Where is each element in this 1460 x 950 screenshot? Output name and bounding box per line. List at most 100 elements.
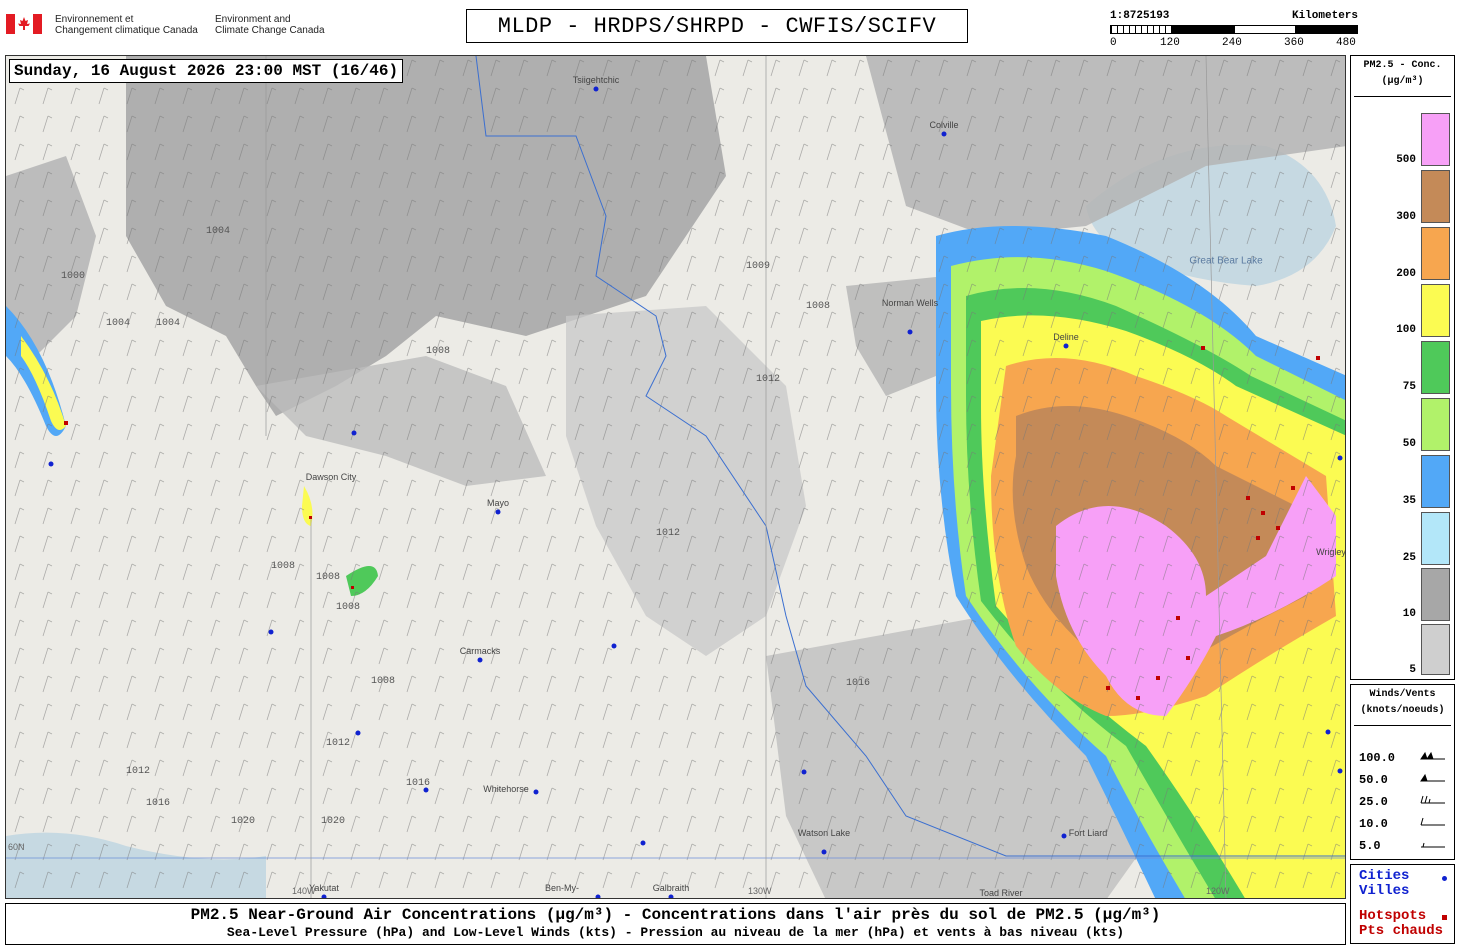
longitude-label: 140W xyxy=(292,886,316,896)
city-marker xyxy=(1337,455,1343,461)
isobar-label: 1008 xyxy=(271,561,296,572)
city-label-deline: Deline xyxy=(1053,332,1079,342)
scale-tick: 360 xyxy=(1284,37,1304,49)
isobar-label: 1004 xyxy=(106,318,131,329)
city-marker xyxy=(1337,768,1343,774)
city-marker xyxy=(640,840,646,846)
legend-divider xyxy=(1354,725,1451,726)
isobar-label: 1008 xyxy=(371,676,396,687)
isobar-label: 1012 xyxy=(126,766,151,777)
pm25-legend-unit: (µg/m³) xyxy=(1381,76,1424,87)
latitude-label: 60N xyxy=(8,842,25,852)
isobar-label: 1020 xyxy=(231,816,256,827)
forecast-timestamp: Sunday, 16 August 2026 23:00 MST (16/46) xyxy=(9,59,404,83)
isobar-label: 1012 xyxy=(326,738,351,749)
city-marker xyxy=(593,86,599,92)
legend-hotspots: Hotspots Pts chauds xyxy=(1359,909,1443,939)
longitude-label: 120W xyxy=(1206,886,1230,896)
map-caption: PM2.5 Near-Ground Air Concentrations (µg… xyxy=(5,903,1346,945)
wind-legend: Winds/Vents (knots/noeuds) 100.0 50.0 25… xyxy=(1350,684,1455,860)
agency-fr-line2: Changement climatique Canada xyxy=(55,25,198,36)
longitude-label: 130W xyxy=(748,886,772,896)
city-label-ben-my: Ben-My- xyxy=(544,883,580,893)
city-marker xyxy=(1063,343,1069,349)
caption-line1: PM2.5 Near-Ground Air Concentrations (µg… xyxy=(190,906,1161,924)
wind-speed-50: 50.0 xyxy=(1359,773,1388,787)
legend-label-300: 300 xyxy=(1396,211,1416,223)
legend-swatch-75 xyxy=(1421,341,1450,394)
legend-label-25: 25 xyxy=(1402,552,1416,564)
map-canvas[interactable]: Tsiigehtchic Colville Norman Wells Delin… xyxy=(5,55,1346,899)
scale-segment xyxy=(1110,25,1172,34)
lake-label-great-bear: Great Bear Lake xyxy=(1189,255,1263,267)
city-label-colville: Colville xyxy=(929,120,959,130)
scale-ratio: 1:8725193 xyxy=(1110,10,1170,22)
scale-segment xyxy=(1296,25,1358,34)
isobar-label: 1009 xyxy=(746,261,771,272)
legend-swatch-100 xyxy=(1421,284,1450,337)
city-label-tsiigehtchic: Tsiigehtchic xyxy=(572,75,620,85)
scale-tick: 480 xyxy=(1336,37,1356,49)
city-marker xyxy=(268,629,274,635)
wind-barbs-layer xyxy=(6,56,1345,898)
isobar-label: 1016 xyxy=(406,778,431,789)
city-marker xyxy=(321,894,327,898)
map-layers xyxy=(6,56,1345,898)
scale-tick: 240 xyxy=(1222,37,1242,49)
legend-label-50: 50 xyxy=(1402,438,1416,450)
isobar-label: 1016 xyxy=(846,678,871,689)
legend-swatch-500 xyxy=(1421,113,1450,166)
isobar-label: 1008 xyxy=(426,346,451,357)
isobar-label: 1008 xyxy=(316,572,341,583)
isobar-label: 1016 xyxy=(146,798,171,809)
legend-swatch-5 xyxy=(1421,624,1450,675)
scale-segment xyxy=(1172,25,1234,34)
isobar-label: 1020 xyxy=(321,816,346,827)
wind-legend-title: Winds/Vents xyxy=(1369,689,1436,700)
scale-tick: 120 xyxy=(1160,37,1180,49)
scale-unit: Kilometers xyxy=(1291,10,1358,22)
legend-divider xyxy=(1354,96,1451,97)
isobar-label: 1008 xyxy=(806,301,831,312)
city-marker xyxy=(907,329,913,335)
legend-swatch-50 xyxy=(1421,398,1450,451)
scale-bar: 1:8725193 Kilometers 0 120 240 360 480 xyxy=(1110,10,1358,50)
agency-en-line2: Climate Change Canada xyxy=(215,25,325,36)
city-marker xyxy=(595,894,601,898)
isobar-label: 1012 xyxy=(756,374,781,385)
isobar-label: 1004 xyxy=(206,226,231,237)
wind-speed-10: 10.0 xyxy=(1359,817,1388,831)
legend-swatch-25 xyxy=(1421,512,1450,565)
legend-label-5: 5 xyxy=(1409,664,1416,676)
legend-hotspots-en: Hotspots xyxy=(1359,908,1427,924)
city-marker xyxy=(1061,833,1067,839)
wind-legend-unit: (knots/noeuds) xyxy=(1360,705,1445,716)
map-title-text: MLDP - HRDPS/SHRPD - CWFIS/SCIFV xyxy=(497,13,937,39)
city-label-galbraith: Galbraith xyxy=(652,883,690,893)
legend-label-35: 35 xyxy=(1402,495,1416,507)
city-label-watson-lake: Watson Lake xyxy=(797,828,851,838)
scale-segment xyxy=(1234,25,1296,34)
city-label-dawson-city: Dawson City xyxy=(305,472,357,482)
legend-swatch-200 xyxy=(1421,227,1450,280)
city-marker-icon xyxy=(1442,876,1447,881)
city-label-wrigley: Wrigley xyxy=(1316,547,1346,557)
caption-line2: Sea-Level Pressure (hPa) and Low-Level W… xyxy=(226,925,1125,940)
city-marker xyxy=(941,131,947,137)
points-legend: Cities Villes Hotspots Pts chauds xyxy=(1350,864,1455,944)
wind-speed-5: 5.0 xyxy=(1359,839,1381,853)
wind-speed-25: 25.0 xyxy=(1359,795,1388,809)
canada-flag-icon xyxy=(6,14,42,34)
map-title: MLDP - HRDPS/SHRPD - CWFIS/SCIFV xyxy=(466,9,968,43)
city-marker xyxy=(355,730,361,736)
legend-cities-en: Cities xyxy=(1359,868,1410,884)
legend-swatch-300 xyxy=(1421,170,1450,223)
wind-speed-100: 100.0 xyxy=(1359,751,1396,765)
city-marker xyxy=(351,430,357,436)
city-label-mayo: Mayo xyxy=(486,498,510,508)
legend-cities: Cities Villes xyxy=(1359,869,1409,899)
legend-label-500: 500 xyxy=(1396,154,1416,166)
agency-name-en: Environment and Climate Change Canada xyxy=(215,14,325,36)
isobar-label: 1000 xyxy=(61,271,86,282)
city-marker xyxy=(821,849,827,855)
